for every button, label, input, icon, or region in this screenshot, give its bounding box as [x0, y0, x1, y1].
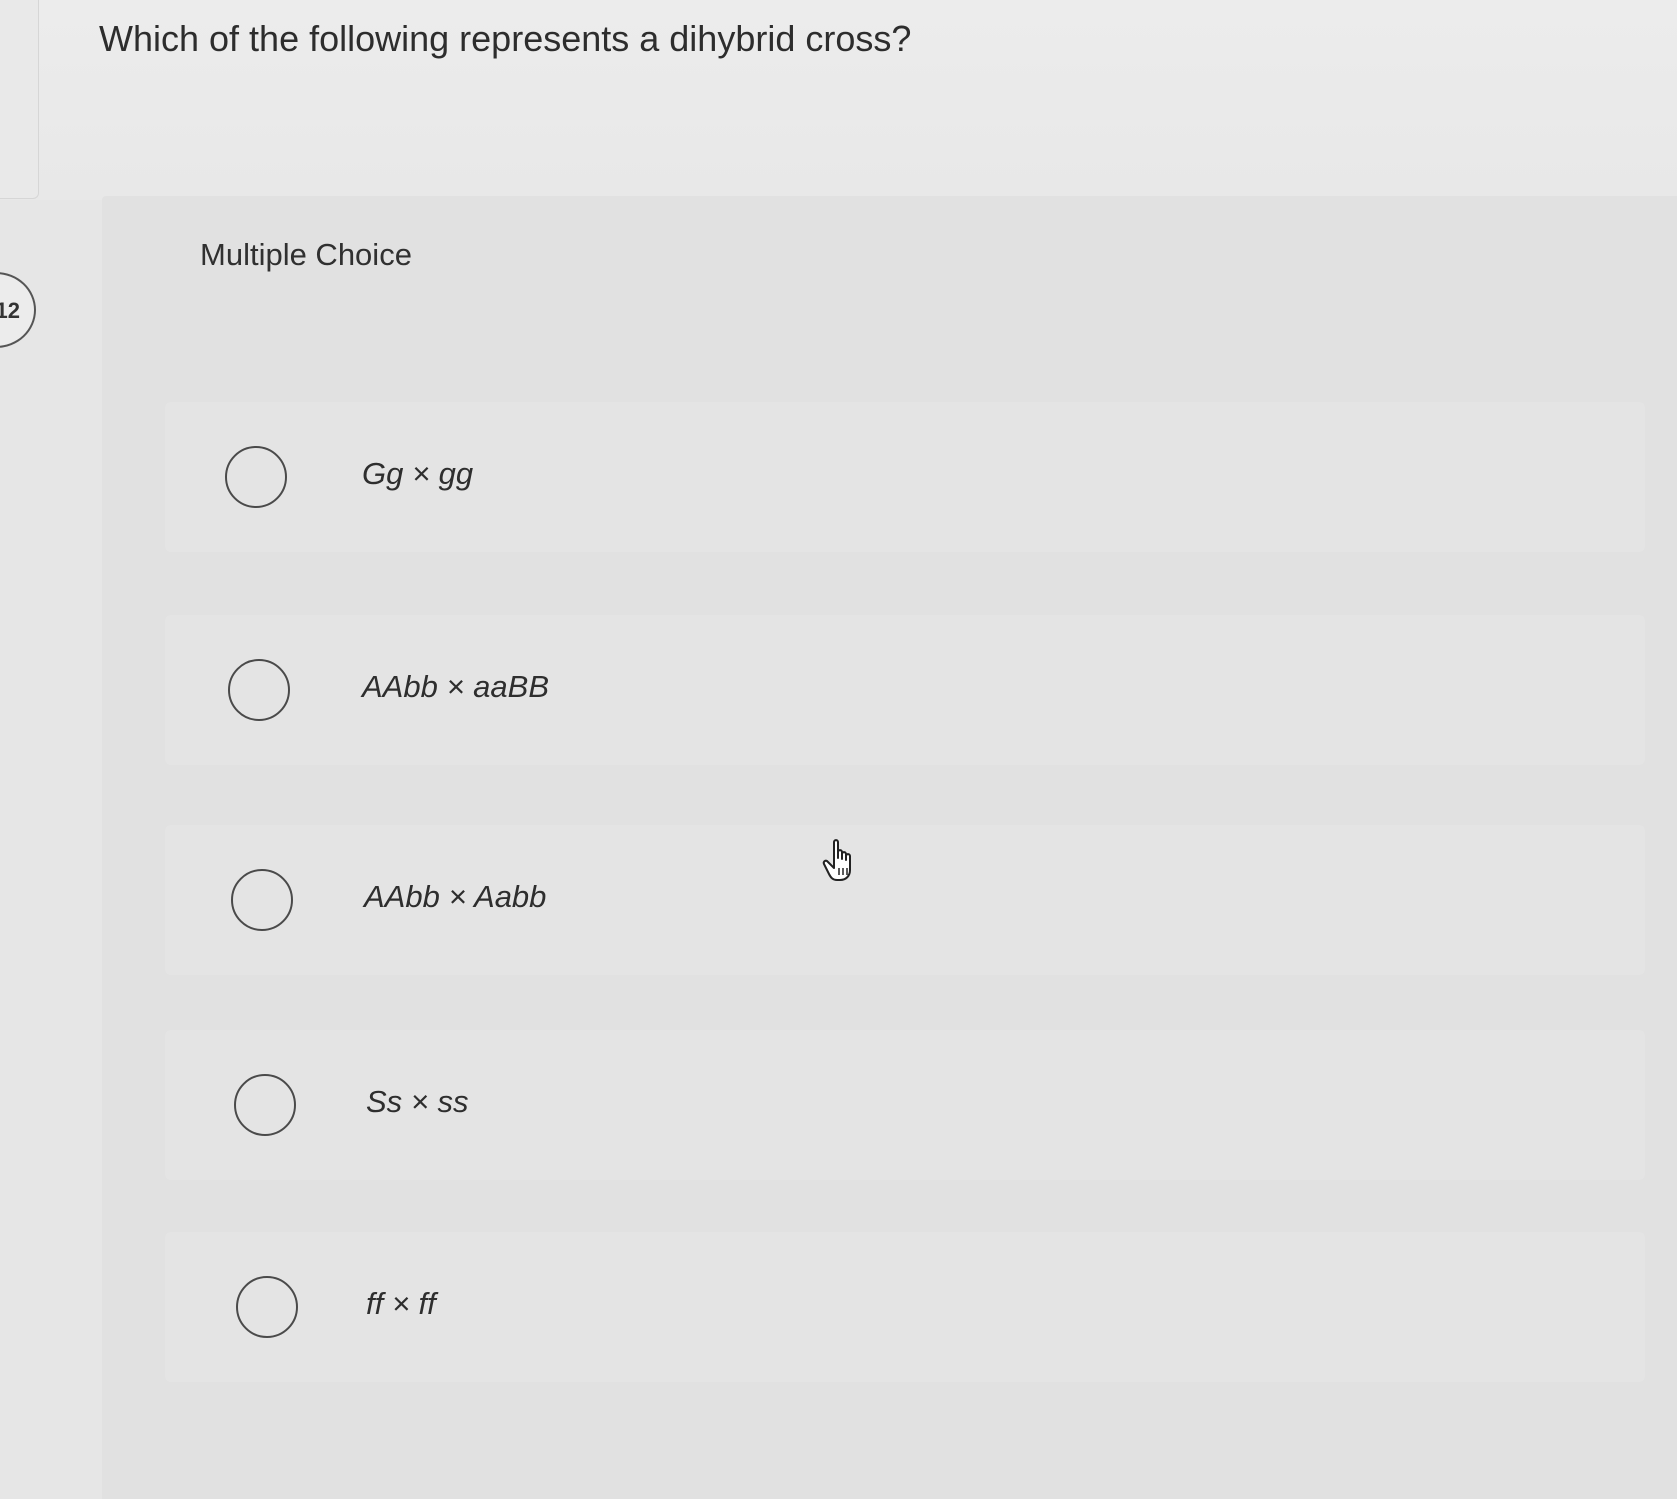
question-number-label: 12	[0, 298, 20, 323]
answer-option-label: AAbb × aaBB	[362, 669, 549, 704]
answer-option[interactable]: Gg × gg	[165, 402, 1645, 552]
answer-option[interactable]: AAbb × aaBB	[165, 615, 1645, 765]
answer-option-label: AAbb × Aabb	[364, 879, 547, 914]
question-number-badge[interactable]: 12	[0, 272, 36, 348]
answer-option-label: ff × ff	[366, 1286, 436, 1321]
answer-option[interactable]: ff × ff	[165, 1232, 1645, 1382]
answer-option[interactable]: AAbb × Aabb	[165, 825, 1645, 975]
radio-button[interactable]	[231, 869, 293, 931]
left-sidebar-edge	[0, 0, 39, 199]
radio-button[interactable]	[234, 1074, 296, 1136]
radio-button[interactable]	[228, 659, 290, 721]
answer-option[interactable]: Ss × ss	[165, 1030, 1645, 1180]
answer-option-label: Ss × ss	[366, 1084, 469, 1119]
answer-option-label: Gg × gg	[362, 456, 474, 491]
multiple-choice-label: Multiple Choice	[200, 237, 412, 272]
radio-button[interactable]	[225, 446, 287, 508]
question-title: Which of the following represents a dihy…	[99, 18, 912, 59]
radio-button[interactable]	[236, 1276, 298, 1338]
hand-pointer-icon	[822, 839, 851, 881]
